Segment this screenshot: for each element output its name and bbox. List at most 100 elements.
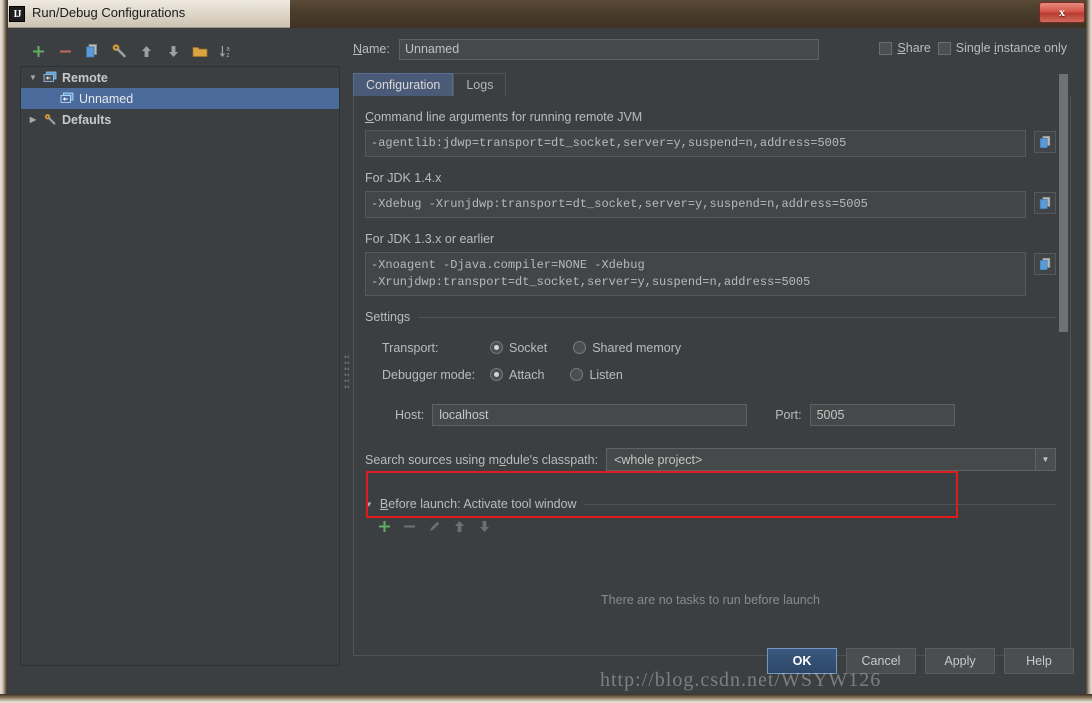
remote-icon bbox=[58, 91, 76, 107]
port-label: Port: bbox=[775, 408, 802, 422]
content-scrollbar[interactable] bbox=[1058, 74, 1069, 634]
classpath-selected-value: <whole project> bbox=[614, 452, 703, 467]
wrench-icon bbox=[41, 112, 59, 128]
arrow-up-icon[interactable] bbox=[134, 40, 158, 62]
single-instance-only-label: Single instance only bbox=[955, 41, 1067, 55]
radio-dot[interactable] bbox=[490, 368, 503, 381]
svg-text:z: z bbox=[226, 53, 229, 59]
tree-item-defaults[interactable]: ▶ Defaults bbox=[21, 109, 339, 130]
jdk13-label: For JDK 1.3.x or earlier bbox=[365, 232, 495, 246]
tab-logs[interactable]: Logs bbox=[453, 73, 507, 96]
remove-task-button bbox=[402, 519, 417, 539]
host-port-row: Host: Port: bbox=[395, 402, 1056, 428]
name-input[interactable] bbox=[399, 38, 819, 60]
configuration-options: Share Single instance only bbox=[879, 41, 1067, 55]
help-button[interactable]: Help bbox=[1004, 648, 1074, 674]
sort-az-icon[interactable]: a z bbox=[215, 40, 239, 62]
radio-dot[interactable] bbox=[570, 368, 584, 381]
name-row: Name: Share Single instance only bbox=[353, 38, 1071, 60]
jdk13-row: -Xnoagent -Djava.compiler=NONE -Xdebug -… bbox=[365, 252, 1056, 296]
configurations-tree[interactable]: ▼ Remote Unnamed ▶ Defaults bbox=[20, 66, 340, 666]
close-icon[interactable]: x bbox=[1039, 2, 1085, 23]
editor-tabs: Configuration Logs bbox=[353, 72, 1071, 96]
svg-text:a: a bbox=[226, 46, 230, 52]
window-title: Run/Debug Configurations bbox=[32, 5, 186, 20]
wrench-icon[interactable] bbox=[107, 40, 131, 62]
chevron-right-icon[interactable]: ▶ bbox=[25, 112, 41, 128]
single-instance-only-checkbox[interactable]: Single instance only bbox=[937, 41, 1067, 55]
before-launch-header[interactable]: ▼ Before launch: Activate tool window bbox=[365, 497, 1056, 511]
section-divider bbox=[418, 316, 1056, 318]
dialog-body: a z ▼ Remote Unnamed ▶ Defaults Name: Un… bbox=[8, 28, 1086, 694]
radio-label: Listen bbox=[589, 367, 623, 382]
copy-icon[interactable] bbox=[80, 40, 104, 62]
configuration-editor-panel: Name: Share Single instance only Configu… bbox=[353, 38, 1071, 656]
cmdline-label: Command line arguments for running remot… bbox=[365, 110, 643, 124]
move-task-down-button bbox=[477, 519, 492, 539]
debugger-mode-listen-radio[interactable]: Listen bbox=[570, 367, 623, 382]
chevron-down-icon[interactable]: ▼ bbox=[1035, 449, 1055, 470]
tree-item-unnamed[interactable]: Unnamed bbox=[21, 88, 339, 109]
configurations-toolbar: a z bbox=[20, 38, 340, 64]
jdk14-label: For JDK 1.4.x bbox=[365, 171, 442, 185]
remote-icon bbox=[41, 70, 59, 86]
copy-cmdline-button[interactable] bbox=[1034, 131, 1056, 153]
classpath-label: Search sources using module's classpath: bbox=[365, 452, 599, 467]
configurations-panel: a z ▼ Remote Unnamed ▶ Defaults bbox=[20, 38, 340, 666]
tree-item-remote[interactable]: ▼ Remote bbox=[21, 67, 339, 88]
checkbox-box[interactable] bbox=[937, 41, 951, 55]
debugger-mode-attach-radio[interactable]: Attach bbox=[490, 368, 544, 382]
before-launch-section: ▼ Before launch: Activate tool window Th… bbox=[365, 497, 1056, 607]
scrollbar-thumb[interactable] bbox=[1059, 74, 1068, 332]
radio-label: Shared memory bbox=[592, 340, 682, 355]
remove-button[interactable] bbox=[53, 40, 77, 62]
add-button[interactable] bbox=[26, 40, 50, 62]
tree-item-label: Defaults bbox=[62, 112, 112, 127]
chevron-down-icon[interactable]: ▼ bbox=[25, 70, 41, 86]
apply-button[interactable]: Apply bbox=[925, 648, 995, 674]
before-launch-toolbar bbox=[365, 511, 1056, 537]
jdk13-readonly-field[interactable]: -Xnoagent -Djava.compiler=NONE -Xdebug -… bbox=[365, 252, 1026, 296]
host-input[interactable] bbox=[432, 404, 748, 426]
classpath-row: Search sources using module's classpath:… bbox=[365, 448, 1056, 471]
radio-dot[interactable] bbox=[573, 341, 587, 354]
port-input[interactable] bbox=[809, 404, 955, 426]
configuration-tab-content: Command line arguments for running remot… bbox=[353, 96, 1071, 656]
jdk14-readonly-field[interactable]: -Xdebug -Xrunjdwp:transport=dt_socket,se… bbox=[365, 191, 1026, 218]
splitter-grip-icon bbox=[344, 354, 349, 390]
folder-icon[interactable] bbox=[188, 40, 212, 62]
chevron-down-icon[interactable]: ▼ bbox=[365, 500, 373, 509]
run-debug-configurations-window: IJ Run/Debug Configurations x a z ▼ Remo… bbox=[0, 0, 1092, 703]
add-task-button[interactable] bbox=[377, 519, 392, 539]
panel-splitter[interactable] bbox=[342, 64, 351, 664]
window-frame-left bbox=[0, 0, 8, 703]
arrow-down-icon[interactable] bbox=[161, 40, 185, 62]
window-frame-bottom bbox=[0, 694, 1092, 703]
section-divider bbox=[583, 503, 1056, 505]
copy-jdk13-button[interactable] bbox=[1034, 253, 1056, 275]
cmdline-readonly-field[interactable]: -agentlib:jdwp=transport=dt_socket,serve… bbox=[365, 130, 1026, 157]
move-task-up-button bbox=[452, 519, 467, 539]
debugger-mode-row: Debugger mode: Attach Listen bbox=[365, 361, 1056, 388]
jdk14-row: -Xdebug -Xrunjdwp:transport=dt_socket,se… bbox=[365, 191, 1056, 218]
share-label: Share bbox=[897, 41, 931, 55]
radio-dot[interactable] bbox=[490, 341, 503, 354]
pencil-icon bbox=[427, 519, 442, 539]
before-launch-title: Before launch: Activate tool window bbox=[379, 497, 577, 511]
tab-configuration[interactable]: Configuration bbox=[353, 73, 454, 96]
radio-label: Attach bbox=[509, 367, 545, 382]
cmdline-row: -agentlib:jdwp=transport=dt_socket,serve… bbox=[365, 130, 1056, 157]
transport-shared-memory-radio[interactable]: Shared memory bbox=[573, 341, 681, 355]
tree-item-label: Unnamed bbox=[79, 91, 134, 106]
host-label: Host: bbox=[395, 408, 425, 422]
intellij-logo-icon: IJ bbox=[9, 6, 25, 22]
transport-label: Transport: bbox=[382, 340, 439, 355]
share-checkbox[interactable]: Share bbox=[879, 41, 931, 55]
classpath-dropdown[interactable]: <whole project> ▼ bbox=[606, 448, 1056, 471]
settings-section-header: Settings bbox=[365, 310, 1056, 324]
copy-jdk14-button[interactable] bbox=[1034, 192, 1056, 214]
transport-socket-radio[interactable]: Socket bbox=[490, 341, 547, 355]
checkbox-box[interactable] bbox=[879, 41, 893, 55]
watermark: http://blog.csdn.net/WSYW126 bbox=[600, 669, 882, 691]
tree-item-label: Remote bbox=[62, 70, 108, 85]
